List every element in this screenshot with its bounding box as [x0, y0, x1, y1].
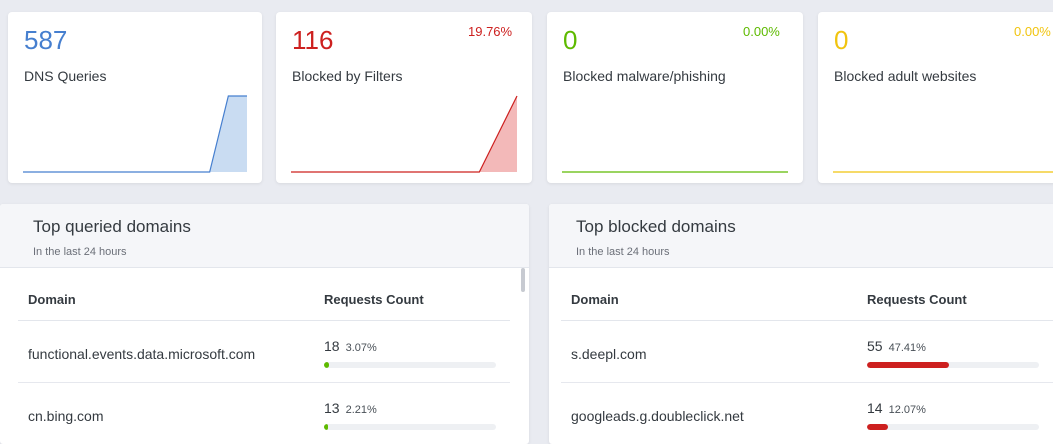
- stat-card-blocked-malware[interactable]: 0 Blocked malware/phishing 0.00%: [547, 12, 803, 183]
- progress-bar-fill: [867, 362, 949, 368]
- count-value: 18: [324, 338, 340, 354]
- scrollbar-thumb[interactable]: [521, 268, 525, 292]
- count-cell: 13 2.21%: [324, 400, 377, 416]
- table-row[interactable]: googleads.g.doubleclick.net 14 12.07%: [561, 383, 1053, 444]
- panel-header: Top queried domains In the last 24 hours: [0, 204, 529, 268]
- column-header-requests-count[interactable]: Requests Count: [324, 292, 424, 307]
- panel-title: Top blocked domains: [576, 217, 736, 236]
- stat-percent: 0.00%: [1014, 24, 1051, 39]
- stat-value: 0: [563, 25, 578, 55]
- stat-card-blocked-filters[interactable]: 116 Blocked by Filters 19.76%: [276, 12, 532, 183]
- stat-value: 587: [24, 25, 68, 55]
- progress-bar: [324, 424, 496, 430]
- domain-cell[interactable]: googleads.g.doubleclick.net: [571, 408, 744, 424]
- count-cell: 14 12.07%: [867, 400, 926, 416]
- stat-value: 0: [834, 25, 849, 55]
- column-header-domain[interactable]: Domain: [571, 292, 619, 307]
- panel-subtitle: In the last 24 hours: [576, 246, 670, 258]
- count-percent: 3.07%: [345, 342, 377, 354]
- count-value: 13: [324, 400, 340, 416]
- top-queried-panel: Top queried domains In the last 24 hours…: [0, 204, 529, 444]
- stat-card-blocked-adult[interactable]: 0 Blocked adult websites 0.00%: [818, 12, 1053, 183]
- progress-bar-fill: [324, 424, 328, 430]
- stat-percent: 19.76%: [468, 24, 513, 39]
- stat-label: Blocked malware/phishing: [563, 68, 726, 84]
- count-cell: 55 47.41%: [867, 338, 926, 354]
- column-header-requests-count[interactable]: Requests Count: [867, 292, 967, 307]
- stat-value: 116: [292, 25, 334, 55]
- stat-label: Blocked by Filters: [292, 68, 403, 84]
- sparkline-area: [23, 96, 247, 172]
- domain-cell[interactable]: cn.bing.com: [28, 408, 103, 424]
- progress-bar-fill: [324, 362, 329, 368]
- table-row[interactable]: functional.events.data.microsoft.com 18 3…: [18, 321, 510, 383]
- stat-label: Blocked adult websites: [834, 68, 977, 84]
- count-value: 14: [867, 400, 883, 416]
- sparkline-area: [291, 96, 517, 172]
- progress-bar: [867, 424, 1039, 430]
- count-cell: 18 3.07%: [324, 338, 377, 354]
- stat-card-dns-queries[interactable]: 587 DNS Queries: [8, 12, 262, 183]
- stat-label: DNS Queries: [24, 68, 107, 84]
- domain-cell[interactable]: s.deepl.com: [571, 346, 646, 362]
- count-value: 55: [867, 338, 883, 354]
- table-header: Domain Requests Count: [561, 269, 1053, 321]
- table-row[interactable]: s.deepl.com 55 47.41%: [561, 321, 1053, 383]
- count-percent: 47.41%: [888, 342, 926, 354]
- domain-cell[interactable]: functional.events.data.microsoft.com: [28, 346, 255, 362]
- count-percent: 12.07%: [888, 404, 926, 416]
- top-blocked-panel: Top blocked domains In the last 24 hours…: [549, 204, 1053, 444]
- table-header: Domain Requests Count: [18, 269, 510, 321]
- sparkline-line: [291, 95, 518, 173]
- panel-title: Top queried domains: [33, 217, 191, 236]
- count-percent: 2.21%: [345, 404, 377, 416]
- panel-subtitle: In the last 24 hours: [33, 246, 127, 258]
- panel-header: Top blocked domains In the last 24 hours: [549, 204, 1053, 268]
- progress-bar: [324, 362, 496, 368]
- progress-bar: [867, 362, 1039, 368]
- column-header-domain[interactable]: Domain: [28, 292, 76, 307]
- stat-percent: 0.00%: [743, 24, 780, 39]
- table-row[interactable]: cn.bing.com 13 2.21%: [18, 383, 510, 444]
- progress-bar-fill: [867, 424, 888, 430]
